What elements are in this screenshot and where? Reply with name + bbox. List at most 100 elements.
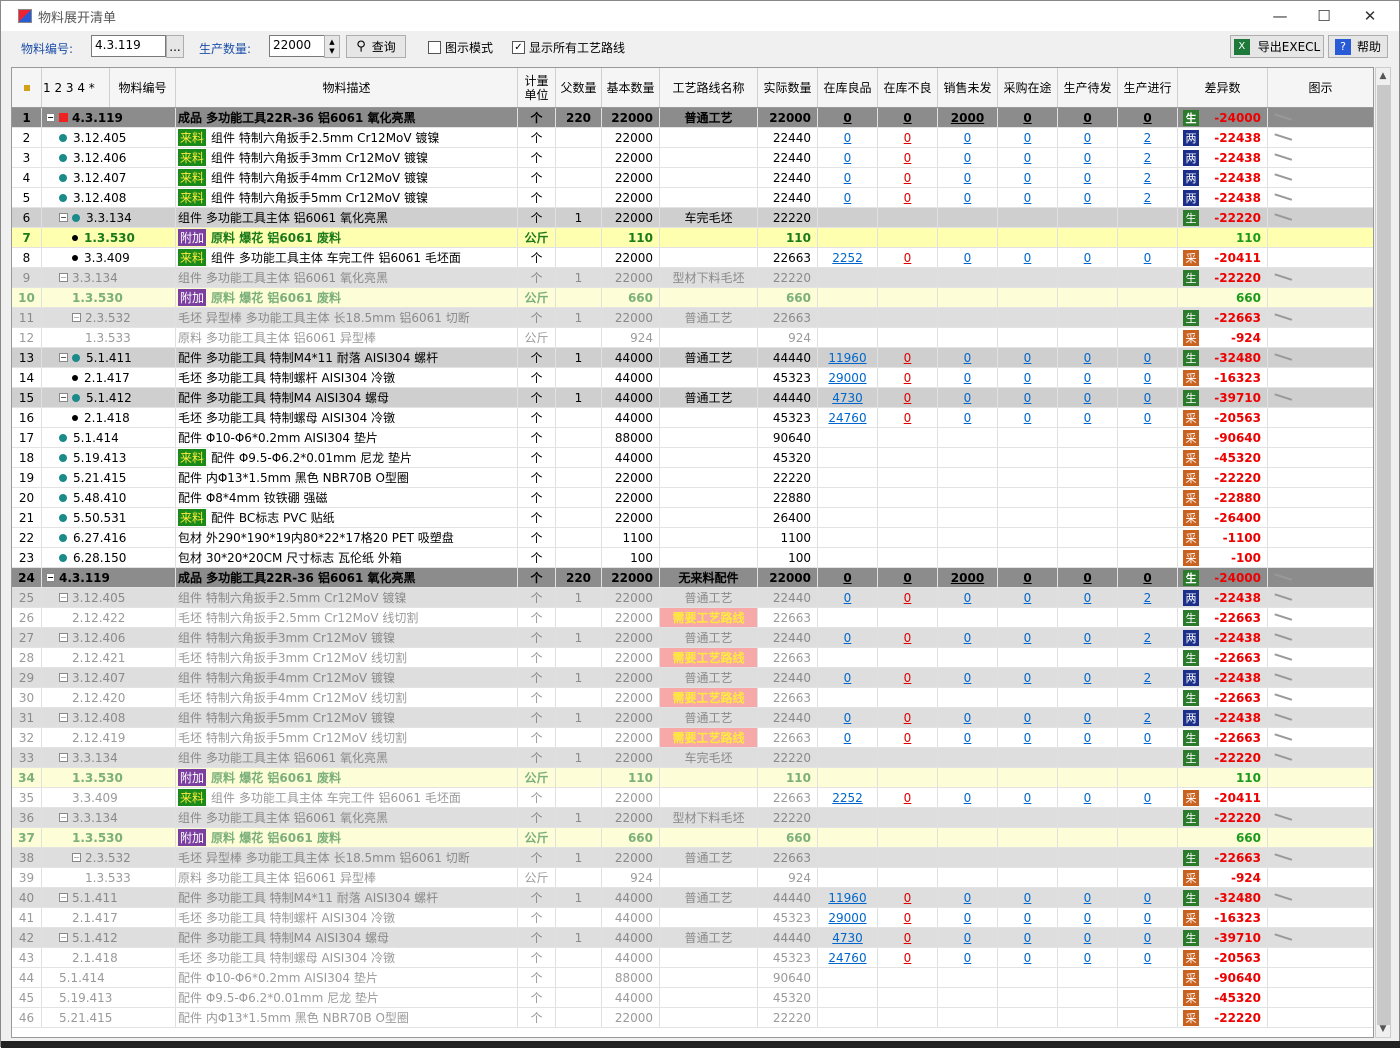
tree-cell[interactable]: 5.21.415: [42, 1008, 176, 1027]
table-row[interactable]: 29−3.12.407 组件 特制六角扳手4mm Cr12MoV 镀镍个 1 2200…: [12, 668, 1373, 688]
route-name[interactable]: 普通工艺: [660, 668, 758, 687]
minimize-button[interactable]: —: [1257, 1, 1303, 31]
purchase-transit[interactable]: [998, 688, 1058, 707]
prod-wait[interactable]: [1058, 768, 1118, 787]
collapse-icon[interactable]: −: [59, 353, 68, 362]
tree-cell[interactable]: −2.3.532: [42, 308, 176, 327]
table-row[interactable]: 41 2.1.417 毛坯 多功能工具 特制螺杆 AISI304 冷镦 个 44000 4…: [12, 908, 1373, 928]
prod-wait[interactable]: 0: [1058, 408, 1118, 427]
route-name[interactable]: [660, 368, 758, 387]
collapse-icon[interactable]: −: [46, 573, 55, 582]
prod-running[interactable]: 0: [1118, 888, 1178, 907]
prod-running[interactable]: 0: [1118, 728, 1178, 747]
table-row[interactable]: 16 2.1.418 毛坯 多功能工具 特制螺母 AISI304 冷镦 个 44000 4…: [12, 408, 1373, 428]
header-base-qty[interactable]: 基本数量: [602, 68, 660, 107]
prod-running[interactable]: [1118, 268, 1178, 287]
sales-pending[interactable]: [938, 428, 998, 447]
stock-bad[interactable]: [878, 508, 938, 527]
stock-good[interactable]: 11960: [818, 888, 878, 907]
maximize-button[interactable]: ☐: [1301, 1, 1347, 31]
route-name[interactable]: 需要工艺路线: [660, 688, 758, 707]
purchase-transit[interactable]: 0: [998, 188, 1058, 207]
stock-good[interactable]: 0: [818, 628, 878, 647]
purchase-transit[interactable]: [998, 308, 1058, 327]
stock-bad[interactable]: 0: [878, 128, 938, 147]
purchase-transit[interactable]: [998, 528, 1058, 547]
collapse-icon[interactable]: −: [59, 593, 68, 602]
route-name[interactable]: [660, 228, 758, 247]
stock-good[interactable]: [818, 288, 878, 307]
sales-pending[interactable]: [938, 688, 998, 707]
stock-bad[interactable]: [878, 268, 938, 287]
route-name[interactable]: 普通工艺: [660, 928, 758, 947]
purchase-transit[interactable]: [998, 648, 1058, 667]
stock-good[interactable]: [818, 448, 878, 467]
stock-bad[interactable]: 0: [878, 108, 938, 127]
route-name[interactable]: 车完毛坯: [660, 208, 758, 227]
scroll-down-icon[interactable]: ▼: [1376, 1021, 1390, 1037]
stock-good[interactable]: [818, 468, 878, 487]
prod-running[interactable]: [1118, 968, 1178, 987]
tree-cell[interactable]: −3.12.406: [42, 628, 176, 647]
sales-pending[interactable]: [938, 608, 998, 627]
stock-bad[interactable]: [878, 528, 938, 547]
header-code[interactable]: 物料编号: [110, 68, 176, 107]
collapse-icon[interactable]: −: [59, 713, 68, 722]
purchase-transit[interactable]: 0: [998, 928, 1058, 947]
purchase-transit[interactable]: [998, 268, 1058, 287]
prod-wait[interactable]: [1058, 268, 1118, 287]
sales-pending[interactable]: 0: [938, 388, 998, 407]
stock-good[interactable]: 11960: [818, 348, 878, 367]
prod-wait[interactable]: [1058, 428, 1118, 447]
collapse-icon[interactable]: −: [59, 753, 68, 762]
purchase-transit[interactable]: [998, 748, 1058, 767]
route-name[interactable]: [660, 328, 758, 347]
table-row[interactable]: 31−3.12.408 组件 特制六角扳手5mm Cr12MoV 镀镍个 1 2200…: [12, 708, 1373, 728]
stock-good[interactable]: [818, 768, 878, 787]
purchase-transit[interactable]: [998, 428, 1058, 447]
sales-pending[interactable]: [938, 468, 998, 487]
purchase-transit[interactable]: 0: [998, 728, 1058, 747]
tree-cell[interactable]: −5.1.411: [42, 348, 176, 367]
purchase-transit[interactable]: 0: [998, 388, 1058, 407]
stock-good[interactable]: [818, 808, 878, 827]
prod-running[interactable]: 2: [1118, 628, 1178, 647]
sales-pending[interactable]: [938, 548, 998, 567]
route-name[interactable]: [660, 548, 758, 567]
header-desc[interactable]: 物料描述: [176, 68, 518, 107]
sales-pending[interactable]: 0: [938, 148, 998, 167]
stock-bad[interactable]: 0: [878, 908, 938, 927]
tree-cell[interactable]: 5.1.414: [42, 968, 176, 987]
purchase-transit[interactable]: [998, 548, 1058, 567]
prod-wait[interactable]: [1058, 848, 1118, 867]
prod-running[interactable]: 2: [1118, 668, 1178, 687]
purchase-transit[interactable]: 0: [998, 348, 1058, 367]
prod-wait[interactable]: [1058, 208, 1118, 227]
prod-running[interactable]: [1118, 828, 1178, 847]
purchase-transit[interactable]: [998, 488, 1058, 507]
prod-running[interactable]: 0: [1118, 248, 1178, 267]
tree-cell[interactable]: 2.12.422: [42, 608, 176, 627]
prod-running[interactable]: [1118, 528, 1178, 547]
prod-wait[interactable]: [1058, 808, 1118, 827]
sales-pending[interactable]: 0: [938, 248, 998, 267]
tree-cell[interactable]: −3.12.405: [42, 588, 176, 607]
prod-wait[interactable]: [1058, 688, 1118, 707]
stock-good[interactable]: 0: [818, 708, 878, 727]
stock-good[interactable]: 0: [818, 728, 878, 747]
prod-wait[interactable]: [1058, 748, 1118, 767]
prod-running[interactable]: 0: [1118, 948, 1178, 967]
tree-cell[interactable]: −5.1.411: [42, 888, 176, 907]
purchase-transit[interactable]: [998, 768, 1058, 787]
table-row[interactable]: 38−2.3.532 毛坯 异型棒 多功能工具主体 长18.5mm 铝6061 切…: [12, 848, 1373, 868]
prod-wait[interactable]: 0: [1058, 628, 1118, 647]
header-unit[interactable]: 计量 单位: [518, 68, 556, 107]
show-routes-checkbox[interactable]: ✓ 显示所有工艺路线: [512, 39, 625, 56]
tree-cell[interactable]: 2.1.418: [42, 408, 176, 427]
sales-pending[interactable]: 0: [938, 368, 998, 387]
stock-bad[interactable]: [878, 848, 938, 867]
purchase-transit[interactable]: 0: [998, 588, 1058, 607]
prod-running[interactable]: 0: [1118, 788, 1178, 807]
purchase-transit[interactable]: 0: [998, 408, 1058, 427]
route-name[interactable]: [660, 828, 758, 847]
